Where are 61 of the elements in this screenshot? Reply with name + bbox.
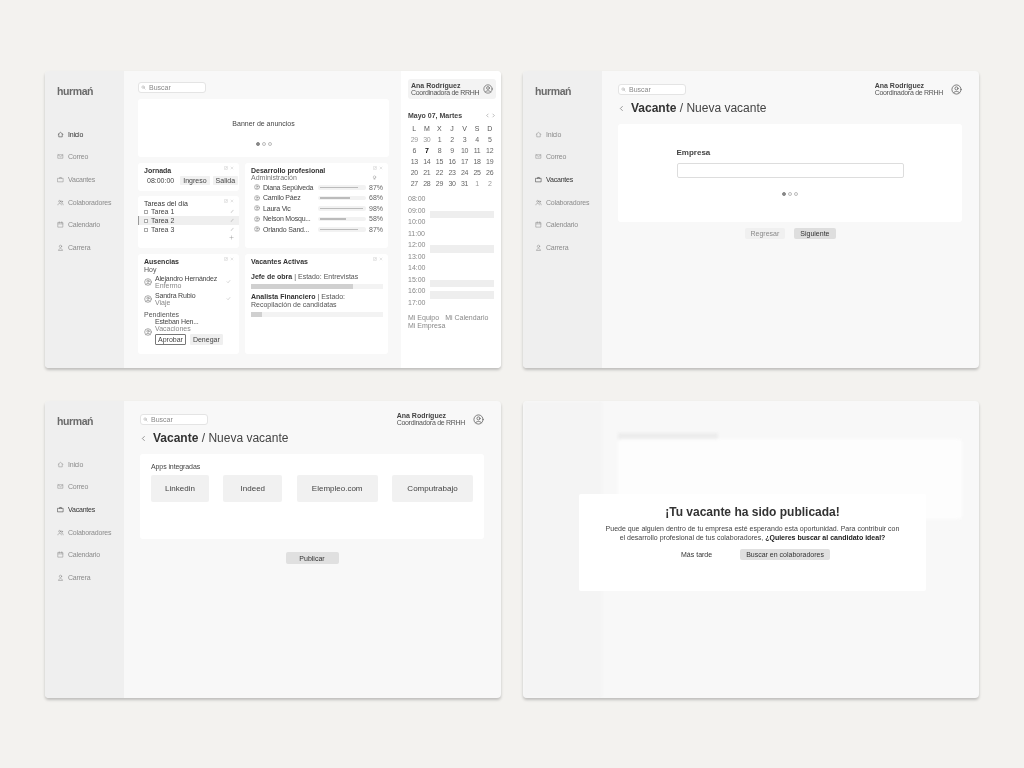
people-icon [57,198,64,206]
search-icon [143,416,148,422]
lightbulb-icon[interactable] [372,175,377,180]
check-icon[interactable] [226,279,231,284]
pager-dot[interactable] [255,142,260,146]
envelope-icon [57,153,64,161]
chevron-left-icon[interactable] [140,434,147,442]
briefcase-icon [535,176,542,183]
search-icon [141,85,146,90]
home-icon [57,460,64,468]
home-icon [535,130,542,138]
user-icon [144,327,152,336]
input-field[interactable] [676,163,904,178]
home-icon [57,130,64,138]
app-button[interactable]: Elempleo.com [296,475,378,502]
person-icon [57,573,64,581]
people-icon [535,198,542,206]
checkbox[interactable] [144,227,148,232]
user-icon [144,277,152,286]
briefcase-icon [57,506,64,513]
pager-dot[interactable] [782,192,786,196]
pager-dot[interactable] [267,142,272,146]
envelope-icon [535,153,542,161]
checkbox[interactable] [144,218,148,223]
user-icon [254,184,260,191]
field-label: Empresa [676,148,712,157]
person-icon [57,243,64,251]
logo: hurmań [57,85,94,97]
chevron-left-icon[interactable] [485,113,490,118]
calendar-icon [57,221,64,229]
checkbox[interactable] [144,209,148,214]
user-icon[interactable] [951,83,962,95]
envelope-icon [57,483,64,491]
user-icon[interactable] [483,84,493,94]
person-icon [535,243,542,251]
people-icon [57,528,64,536]
user-icon[interactable] [473,413,484,425]
calendar-icon [57,551,64,559]
pager-dot[interactable] [788,192,792,196]
pager-dot[interactable] [794,192,798,196]
user-icon [144,294,152,303]
logo: hurmań [57,415,94,427]
app-button[interactable]: Computrabajo [392,475,473,502]
pager-dot[interactable] [261,142,266,146]
page-title: Vacante / Nueva vacante [631,101,767,115]
user-icon [254,226,260,233]
chevron-left-icon[interactable] [618,104,625,112]
plus-icon[interactable] [229,235,234,240]
search-icon [621,86,626,92]
logo: hurmań [535,85,572,97]
check-icon[interactable] [226,296,231,301]
user-icon [254,215,260,222]
briefcase-icon [57,176,64,183]
user-icon [254,194,260,201]
app-button[interactable]: Indeed [223,475,283,502]
page-title: Vacante / Nueva vacante [153,431,289,445]
modal-title: ¡Tu vacante ha sido publicada! [665,505,840,519]
chevron-right-icon[interactable] [491,113,496,118]
calendar-icon [535,221,542,229]
user-icon [254,205,260,212]
app-button[interactable]: Linkedin [151,475,209,502]
